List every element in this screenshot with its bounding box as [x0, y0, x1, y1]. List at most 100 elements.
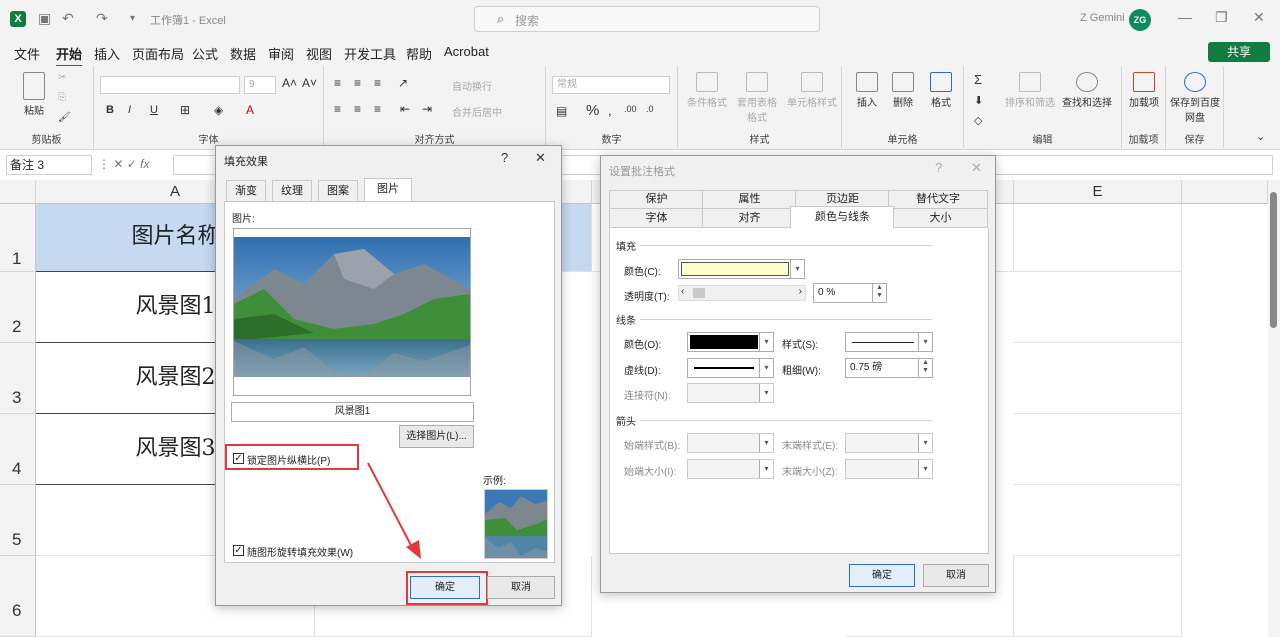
begin-size-dropdown[interactable]: ▾	[687, 459, 774, 479]
tab-protection[interactable]: 保护	[609, 190, 704, 209]
save-icon[interactable]: ▣	[38, 10, 51, 27]
align-left-icon[interactable]: ≡	[334, 102, 341, 116]
cell-styles-button[interactable]: 单元格样式	[784, 72, 840, 109]
slider-left-icon[interactable]: ‹	[681, 286, 684, 297]
tab-pattern[interactable]: 图案	[318, 180, 358, 202]
orientation-icon[interactable]: ↗	[398, 76, 408, 90]
autosum-icon[interactable]: Σ	[974, 72, 982, 87]
vertical-scrollbar[interactable]	[1268, 180, 1280, 637]
fill-color-icon[interactable]: ◈	[214, 103, 223, 117]
rotate-with-shape-label[interactable]: 随图形旋转填充效果(W)	[247, 544, 353, 559]
row-header-3[interactable]: 3	[0, 343, 36, 414]
end-style-dropdown[interactable]: ▾	[845, 433, 933, 453]
menu-developer[interactable]: 开发工具	[344, 44, 396, 63]
end-size-dropdown[interactable]: ▾	[845, 459, 933, 479]
align-center-icon[interactable]: ≡	[354, 102, 361, 116]
comment-ok-button[interactable]: 确定	[849, 564, 915, 587]
transparency-slider[interactable]: ‹ ›	[678, 285, 806, 301]
undo-icon[interactable]: ↶	[62, 10, 74, 27]
align-right-icon[interactable]: ≡	[374, 102, 381, 116]
slider-thumb[interactable]	[693, 288, 705, 298]
comma-style-icon[interactable]: ,	[608, 103, 612, 118]
cell-e5[interactable]	[1014, 485, 1182, 556]
user-name[interactable]: Z Gemini	[1080, 12, 1125, 24]
find-select-button[interactable]: 查找和选择	[1060, 72, 1114, 109]
cell-e4[interactable]	[1014, 414, 1182, 485]
underline-icon[interactable]: U	[150, 104, 158, 116]
menu-file[interactable]: 文件	[14, 44, 40, 63]
tab-gradient[interactable]: 渐变	[226, 180, 266, 202]
row-header-2[interactable]: 2	[0, 272, 36, 343]
menu-view[interactable]: 视图	[306, 44, 332, 63]
row-header-6[interactable]: 6	[0, 556, 36, 637]
font-color-icon[interactable]: A	[246, 103, 254, 117]
search-input[interactable]: ⌕ 搜索	[474, 6, 820, 32]
tab-alt-text[interactable]: 替代文字	[888, 190, 988, 209]
tab-size[interactable]: 大小	[893, 208, 988, 228]
close-icon[interactable]: ✕	[535, 150, 546, 166]
comment-help-icon[interactable]: ?	[935, 160, 942, 175]
tab-colors-lines[interactable]: 颜色与线条	[790, 206, 895, 229]
weight-spin[interactable]: 0.75 磅 ▲ ▼	[845, 358, 933, 378]
select-picture-button[interactable]: 选择图片(L)...	[399, 425, 474, 448]
increase-decimal-icon[interactable]: .00	[624, 104, 637, 114]
cell-e6[interactable]	[1014, 556, 1182, 637]
begin-style-dropdown[interactable]: ▾	[687, 433, 774, 453]
select-all-corner[interactable]	[0, 180, 36, 204]
minimize-icon[interactable]: —	[1178, 9, 1192, 25]
spin-arrows-icon[interactable]: ▲ ▼	[918, 359, 932, 377]
tab-texture[interactable]: 纹理	[272, 180, 312, 202]
save-to-baidu-button[interactable]: 保存到百度网盘	[1170, 72, 1220, 124]
spin-arrows-icon[interactable]: ▲ ▼	[872, 284, 886, 302]
bold-icon[interactable]: B	[106, 104, 114, 116]
connector-dropdown[interactable]: ▾	[687, 383, 774, 403]
delete-cells-button[interactable]: 删除	[886, 72, 920, 109]
tab-font[interactable]: 字体	[609, 208, 704, 228]
decrease-indent-icon[interactable]: ⇤	[400, 102, 410, 116]
fill-color-dropdown[interactable]: ▾	[678, 259, 805, 279]
row-header-4[interactable]: 4	[0, 414, 36, 485]
clear-icon[interactable]: ◇	[974, 114, 982, 127]
fill-cancel-button[interactable]: 取消	[487, 576, 555, 599]
wrap-text-button[interactable]: 自动换行	[452, 78, 492, 93]
menu-formulas[interactable]: 公式	[192, 44, 218, 63]
tab-alignment[interactable]: 对齐	[702, 208, 797, 228]
menu-home[interactable]: 开始	[56, 44, 83, 68]
menu-acrobat[interactable]: Acrobat	[444, 44, 489, 59]
italic-icon[interactable]: I	[128, 104, 131, 116]
tab-properties[interactable]: 属性	[702, 190, 797, 209]
cell-e3[interactable]	[1014, 343, 1182, 414]
currency-icon[interactable]: ▤	[556, 104, 567, 118]
format-cells-button[interactable]: 格式	[924, 72, 958, 109]
insert-cells-button[interactable]: 插入	[850, 72, 884, 109]
addins-button[interactable]: 加载项	[1126, 72, 1162, 109]
align-middle-icon[interactable]: ≡	[354, 76, 361, 90]
percent-icon[interactable]: %	[586, 102, 599, 119]
align-bottom-icon[interactable]: ≡	[374, 76, 381, 90]
rotate-with-shape-checkbox[interactable]: ✓	[233, 545, 244, 556]
column-header-e[interactable]: E	[1014, 180, 1182, 204]
format-as-table-button[interactable]: 套用表格格式	[734, 72, 780, 124]
restore-icon[interactable]: ❐	[1215, 9, 1228, 26]
decrease-decimal-icon[interactable]: .0	[646, 104, 654, 114]
menu-review[interactable]: 审阅	[268, 44, 294, 63]
font-name-combo[interactable]	[100, 76, 240, 94]
borders-icon[interactable]: ⊞	[180, 103, 190, 117]
formula-icons[interactable]: ⋮ ✕ ✓ fx	[98, 157, 149, 171]
shrink-font-icon[interactable]: A˅	[302, 76, 317, 90]
transparency-spin[interactable]: 0 % ▲ ▼	[813, 283, 887, 303]
vertical-scroll-thumb[interactable]	[1270, 192, 1277, 328]
font-size-combo[interactable]: 9	[244, 76, 276, 94]
tab-picture[interactable]: 图片	[364, 178, 412, 202]
name-box[interactable]: 备注 3	[6, 155, 92, 175]
dash-dropdown[interactable]: ▾	[687, 358, 774, 378]
merge-center-button[interactable]: 合并后居中	[452, 104, 502, 119]
grow-font-icon[interactable]: A˄	[282, 76, 297, 90]
menu-insert[interactable]: 插入	[94, 44, 120, 63]
column-header-f[interactable]	[1182, 180, 1268, 204]
fill-icon[interactable]: ⬇	[974, 94, 983, 107]
copy-icon[interactable]: ⎘	[58, 92, 66, 103]
avatar[interactable]: ZG	[1129, 9, 1151, 31]
conditional-format-button[interactable]: 条件格式	[684, 72, 730, 109]
line-style-dropdown[interactable]: ▾	[845, 332, 933, 352]
